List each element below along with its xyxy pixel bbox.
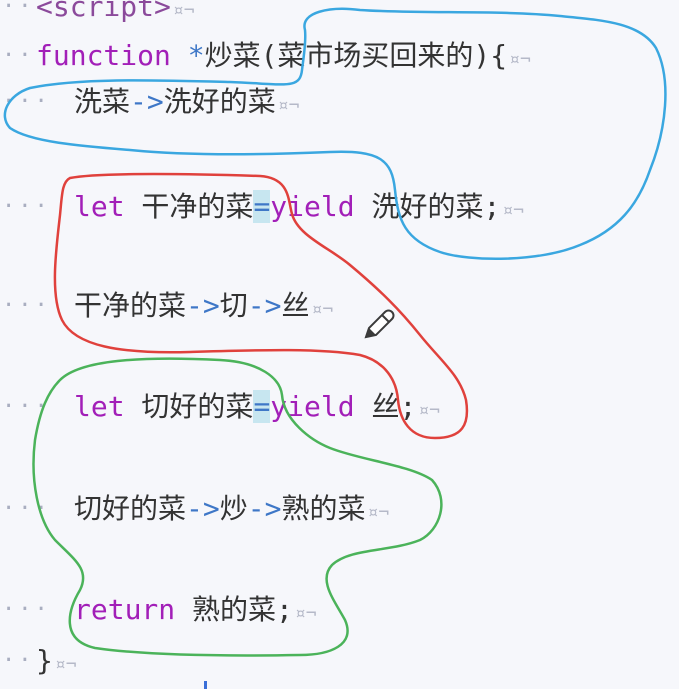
code-token: }: [36, 644, 53, 677]
code-line[interactable]: [0, 238, 679, 278]
code-token: =: [253, 190, 271, 223]
text-cursor-marker: [204, 681, 207, 689]
code-token: 熟的菜: [281, 492, 366, 525]
code-content: 干净的菜->切->丝 ¤¬: [74, 286, 333, 330]
code-token: 丝;: [354, 390, 417, 423]
code-token: <script>: [36, 0, 171, 23]
indent-guide: ···: [2, 293, 51, 318]
code-token: ->: [130, 85, 164, 118]
code-token: ->: [247, 492, 282, 525]
code-token: ->: [186, 492, 220, 525]
code-token: 洗好的菜;: [354, 190, 501, 223]
code-token: 切: [219, 289, 248, 322]
indent-guide: ···: [2, 194, 51, 219]
code-token: *: [187, 39, 205, 72]
code-line[interactable]: ··· 干净的菜->切->丝 ¤¬: [0, 286, 679, 326]
code-line[interactable]: ··} ¤¬: [0, 641, 679, 681]
code-line[interactable]: ··· let 干净的菜=yield 洗好的菜; ¤¬: [0, 187, 679, 227]
indent-guide: ···: [2, 597, 51, 622]
code-content: } ¤¬: [36, 641, 77, 685]
code-token: 干净的菜: [74, 289, 187, 322]
indent-guide: ···: [2, 394, 51, 419]
code-token: 炒菜(菜市场买回来的){: [204, 39, 508, 72]
whitespace-marker: ¤¬: [367, 502, 390, 523]
whitespace-marker: ¤¬: [311, 299, 334, 320]
code-token: 干净的菜: [124, 190, 254, 223]
code-content: function *炒菜(菜市场买回来的){¤¬: [36, 36, 531, 80]
code-token: let: [74, 390, 125, 423]
code-content: 切好的菜->炒->熟的菜 ¤¬: [74, 489, 389, 533]
code-line[interactable]: [0, 337, 679, 377]
code-content: let 干净的菜=yield 洗好的菜; ¤¬: [74, 187, 524, 231]
indent-guide: ···: [2, 89, 51, 114]
code-token: 炒: [219, 492, 248, 525]
code-line[interactable]: ··· 切好的菜->炒->熟的菜 ¤¬: [0, 489, 679, 529]
whitespace-marker: ¤¬: [277, 95, 300, 116]
code-content: 洗菜->洗好的菜 ¤¬: [74, 82, 299, 126]
code-token: ->: [247, 289, 282, 322]
code-token: yield: [270, 390, 355, 423]
code-token: ->: [186, 289, 220, 322]
code-token: function: [36, 39, 171, 72]
code-token: yield: [270, 190, 355, 223]
code-token: return: [74, 593, 176, 626]
code-content: <script> ¤¬: [36, 0, 195, 31]
code-token: 丝: [281, 289, 310, 322]
code-token: 切好的菜: [74, 492, 187, 525]
code-line[interactable]: ··· 洗菜->洗好的菜 ¤¬: [0, 82, 679, 122]
code-line[interactable]: [0, 438, 679, 478]
code-line[interactable]: [0, 540, 679, 580]
whitespace-marker: ¤¬: [172, 0, 195, 21]
whitespace-marker: ¤¬: [54, 654, 77, 675]
code-line[interactable]: ·· function *炒菜(菜市场买回来的){¤¬: [0, 36, 679, 76]
whitespace-marker: ¤¬: [294, 603, 317, 624]
whitespace-marker: ¤¬: [502, 200, 524, 221]
code-token: =: [253, 390, 271, 423]
indent-guide: ···: [2, 496, 51, 521]
whitespace-marker: ¤¬: [509, 49, 531, 70]
code-line[interactable]: ·· <script> ¤¬: [0, 0, 679, 27]
code-content: let 切好的菜=yield 丝; ¤¬: [74, 387, 440, 431]
code-token: 洗好的菜: [163, 85, 276, 118]
code-editor[interactable]: ·· <script> ¤¬ ·· function *炒菜(菜市场买回来的){¤¬ ··…: [0, 0, 679, 689]
code-token: 洗菜: [74, 85, 131, 118]
code-token: 熟的菜;: [175, 593, 293, 626]
code-line[interactable]: [0, 135, 679, 175]
pencil-icon: [364, 309, 395, 339]
whitespace-marker: ¤¬: [418, 400, 440, 421]
code-token: let: [74, 190, 125, 223]
code-content: return 熟的菜; ¤¬: [74, 590, 317, 634]
code-token: 切好的菜: [124, 390, 254, 423]
code-line[interactable]: ··· let 切好的菜=yield 丝; ¤¬: [0, 387, 679, 427]
code-line[interactable]: ··· return 熟的菜; ¤¬: [0, 590, 679, 630]
